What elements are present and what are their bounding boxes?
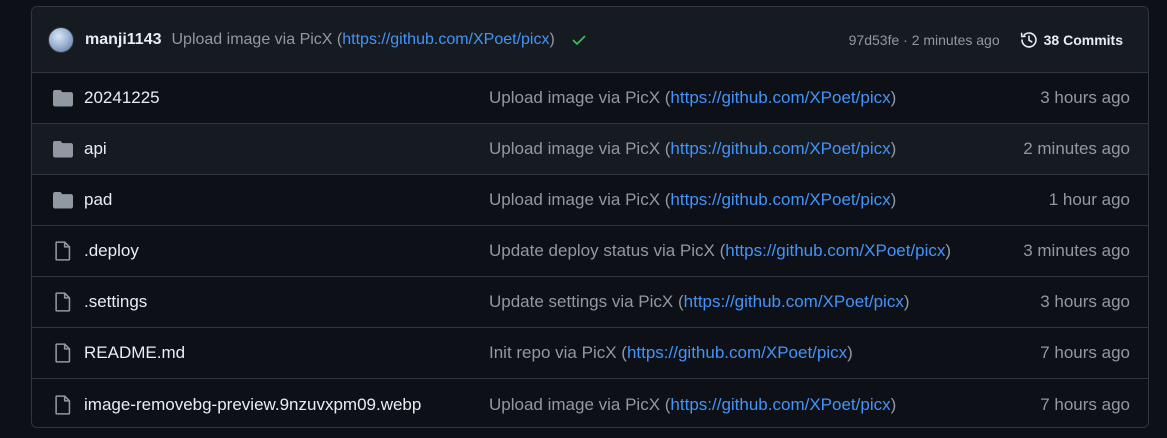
file-commit-message[interactable]: Upload image via PicX (https://github.co…	[489, 88, 896, 108]
file-name-link[interactable]: .settings	[84, 292, 489, 312]
commits-history-link[interactable]: 38 Commits	[1020, 31, 1123, 49]
file-commit-message[interactable]: Upload image via PicX (https://github.co…	[489, 139, 896, 159]
file-commit-message[interactable]: Init repo via PicX (https://github.com/X…	[489, 343, 853, 363]
avatar[interactable]	[48, 26, 74, 53]
file-commit-message[interactable]: Update deploy status via PicX (https://g…	[489, 241, 951, 261]
commit-message-link[interactable]: https://github.com/XPoet/picx	[684, 292, 904, 311]
file-commit-message[interactable]: Update settings via PicX (https://github…	[489, 292, 910, 312]
file-icon	[52, 343, 74, 363]
file-row[interactable]: 20241225 Upload image via PicX (https://g…	[32, 73, 1148, 124]
file-row[interactable]: .settings Update settings via PicX (https…	[32, 277, 1148, 328]
file-icon	[52, 241, 74, 261]
file-commit-age[interactable]: 2 minutes ago	[1023, 139, 1130, 159]
file-commit-message[interactable]: Upload image via PicX (https://github.co…	[489, 190, 896, 210]
commit-message-link[interactable]: https://github.com/XPoet/picx	[627, 343, 847, 362]
check-icon[interactable]	[571, 32, 587, 48]
file-row[interactable]: README.md Init repo via PicX (https://git…	[32, 328, 1148, 379]
commit-message-link[interactable]: https://github.com/XPoet/picx	[342, 31, 549, 48]
file-commit-age[interactable]: 3 hours ago	[1040, 88, 1130, 108]
file-commit-age[interactable]: 3 hours ago	[1040, 292, 1130, 312]
file-rows: 20241225 Upload image via PicX (https://g…	[32, 73, 1148, 427]
file-name-link[interactable]: README.md	[84, 343, 489, 363]
file-name-link[interactable]: .deploy	[84, 241, 489, 261]
commit-message-link[interactable]: https://github.com/XPoet/picx	[670, 88, 890, 107]
commits-count: 38 Commits	[1043, 31, 1123, 48]
folder-icon	[52, 88, 74, 108]
file-name-link[interactable]: api	[84, 139, 489, 159]
file-icon	[52, 292, 74, 312]
file-commit-age[interactable]: 7 hours ago	[1040, 343, 1130, 363]
file-commit-age[interactable]: 7 hours ago	[1040, 395, 1130, 415]
folder-icon	[52, 190, 74, 210]
file-row[interactable]: pad Upload image via PicX (https://github…	[32, 175, 1148, 226]
folder-icon	[52, 139, 74, 159]
history-icon	[1020, 31, 1037, 48]
file-name-link[interactable]: 20241225	[84, 88, 489, 108]
file-row[interactable]: image-removebg-preview.9nzuvxpm09.webp Up…	[32, 379, 1148, 427]
file-list-box: manji1143 Upload image via PicX (https:/…	[31, 6, 1149, 428]
file-row[interactable]: api Upload image via PicX (https://github…	[32, 124, 1148, 175]
commit-author[interactable]: manji1143	[85, 31, 162, 49]
file-commit-message[interactable]: Upload image via PicX (https://github.co…	[489, 395, 896, 415]
file-commit-age[interactable]: 3 minutes ago	[1023, 241, 1130, 261]
commit-message-link[interactable]: https://github.com/XPoet/picx	[670, 190, 890, 209]
file-name-link[interactable]: image-removebg-preview.9nzuvxpm09.webp	[84, 395, 489, 415]
commit-message-link[interactable]: https://github.com/XPoet/picx	[670, 139, 890, 158]
latest-commit-bar: manji1143 Upload image via PicX (https:/…	[32, 7, 1148, 73]
file-row[interactable]: .deploy Update deploy status via PicX (ht…	[32, 226, 1148, 277]
commit-sha-time[interactable]: 97d53fe · 2 minutes ago	[849, 32, 1000, 48]
commit-message-link[interactable]: https://github.com/XPoet/picx	[725, 241, 945, 260]
file-icon	[52, 394, 74, 415]
commit-message-link[interactable]: https://github.com/XPoet/picx	[670, 395, 890, 414]
commit-message[interactable]: Upload image via PicX (https://github.co…	[172, 31, 555, 49]
file-name-link[interactable]: pad	[84, 190, 489, 210]
file-commit-age[interactable]: 1 hour ago	[1049, 190, 1130, 210]
